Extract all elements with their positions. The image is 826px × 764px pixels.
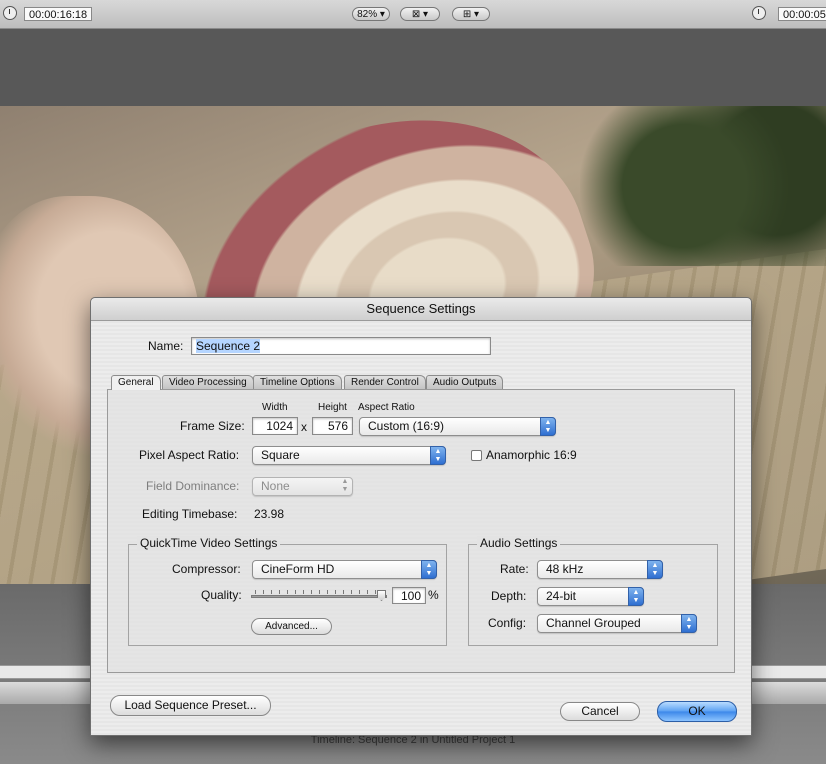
field-dominance-value: None	[261, 479, 290, 493]
pixel-aspect-popup[interactable]: Square ▲ ▼	[252, 446, 446, 465]
popup-arrows-icon: ▲ ▼	[628, 587, 644, 606]
frame-width-field[interactable]: 1024	[252, 417, 298, 435]
ok-button[interactable]: OK	[657, 701, 737, 722]
depth-popup[interactable]: 24-bit ▲ ▼	[537, 587, 644, 606]
zoom-value: 82%	[357, 9, 378, 20]
load-sequence-preset-button[interactable]: Load Sequence Preset...	[110, 695, 271, 716]
tab-general[interactable]: General	[111, 375, 161, 390]
compressor-label: Compressor:	[172, 562, 241, 576]
width-header: Width	[262, 402, 288, 413]
overlay-icon: ⊞	[462, 9, 472, 20]
quality-unit: %	[428, 588, 439, 602]
cancel-button[interactable]: Cancel	[560, 702, 640, 721]
timecode-clock-icon[interactable]	[3, 6, 17, 20]
aspect-ratio-popup[interactable]: Custom (16:9) ▲ ▼	[359, 417, 556, 436]
popup-arrows-icon: ▲ ▼	[421, 560, 437, 579]
field-dominance-popup[interactable]: None ▲ ▼	[252, 477, 353, 496]
pixel-aspect-label: Pixel Aspect Ratio:	[139, 448, 240, 462]
tab-video-processing[interactable]: Video Processing	[162, 375, 254, 389]
dialog-title: Sequence Settings	[91, 298, 751, 321]
view-icon: ⊠	[411, 9, 421, 20]
popup-arrows-icon: ▲ ▼	[681, 614, 697, 633]
name-field[interactable]: Sequence 2	[191, 337, 491, 355]
popup-arrows-icon: ▲ ▼	[341, 478, 349, 493]
compressor-value: CineForm HD	[261, 562, 335, 576]
config-label: Config:	[488, 616, 527, 630]
name-value: Sequence 2	[196, 339, 261, 353]
rate-label: Rate:	[500, 562, 529, 576]
height-header: Height	[318, 402, 347, 413]
frame-size-x: x	[301, 420, 307, 434]
quality-slider-ticks	[255, 590, 383, 594]
quicktime-video-settings-title: QuickTime Video Settings	[137, 536, 281, 550]
tab-audio-outputs[interactable]: Audio Outputs	[426, 375, 504, 389]
overlay-popup[interactable]: ⊞ ▾	[452, 7, 490, 21]
editing-timebase-value: 23.98	[254, 507, 285, 521]
tab-timeline-options[interactable]: Timeline Options	[253, 375, 342, 389]
quality-field[interactable]: 100	[392, 587, 426, 604]
popup-arrows-icon: ▲ ▼	[540, 417, 556, 436]
duration-timecode-field[interactable]: 00:00:05	[778, 7, 826, 21]
config-value: Channel Grouped	[546, 616, 641, 630]
pixel-aspect-value: Square	[261, 448, 300, 462]
current-timecode-field[interactable]: 00:00:16:18	[24, 7, 92, 21]
popup-arrows-icon: ▲ ▼	[430, 446, 446, 465]
frame-height-field[interactable]: 576	[312, 417, 353, 435]
popup-arrows-icon: ▲ ▼	[647, 560, 663, 579]
aspect-ratio-header: Aspect Ratio	[358, 402, 415, 413]
editing-timebase-label: Editing Timebase:	[142, 507, 238, 521]
view-popup[interactable]: ⊠ ▾	[400, 7, 440, 21]
canvas-toolbar: 00:00:16:18 82% ▾ ⊠ ▾ ⊞ ▾ 00:00:05	[0, 0, 826, 29]
herbs	[580, 106, 826, 266]
zoom-popup[interactable]: 82% ▾	[352, 7, 390, 21]
frame-size-label: Frame Size:	[180, 419, 245, 433]
rate-value: 48 kHz	[546, 562, 584, 576]
field-dominance-label: Field Dominance:	[146, 479, 240, 493]
depth-label: Depth:	[491, 589, 527, 603]
rate-popup[interactable]: 48 kHz ▲ ▼	[537, 560, 663, 579]
audio-settings-title: Audio Settings	[477, 536, 561, 550]
advanced-button[interactable]: Advanced...	[251, 618, 332, 635]
config-popup[interactable]: Channel Grouped ▲ ▼	[537, 614, 697, 633]
depth-value: 24-bit	[546, 589, 577, 603]
tab-render-control[interactable]: Render Control	[344, 375, 426, 389]
compressor-popup[interactable]: CineForm HD ▲ ▼	[252, 560, 437, 579]
sequence-settings-dialog: Sequence Settings Name: Sequence 2 Gener…	[90, 297, 752, 736]
anamorphic-checkbox[interactable]	[471, 450, 482, 461]
quality-slider[interactable]	[251, 595, 387, 598]
canvas-background	[0, 29, 826, 106]
name-label: Name:	[148, 339, 184, 353]
duration-clock-icon[interactable]	[752, 6, 766, 20]
anamorphic-label: Anamorphic 16:9	[486, 448, 577, 462]
quality-label: Quality:	[201, 588, 242, 602]
aspect-ratio-value: Custom (16:9)	[368, 419, 445, 433]
